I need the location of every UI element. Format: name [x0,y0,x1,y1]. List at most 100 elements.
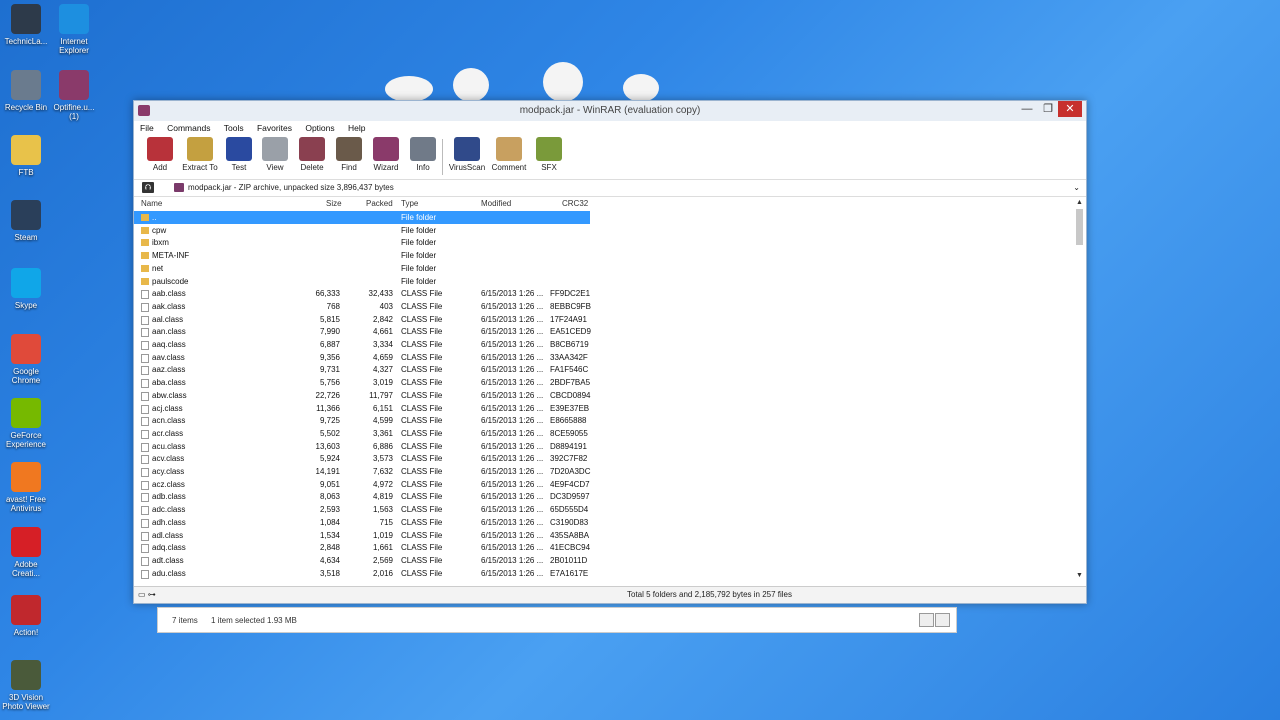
desktop-icon-0[interactable]: TechnicLa... [2,4,50,46]
row-name: adl.class [152,530,184,540]
menu-tools[interactable]: Tools [224,123,244,133]
vertical-scrollbar[interactable]: ▲ ▼ [1075,199,1084,579]
file-row[interactable]: aaz.class 9,731 4,327 CLASS File 6/15/2013 1… [134,363,590,376]
details-view-icon[interactable] [919,613,934,627]
column-type[interactable]: Type [401,199,418,208]
up-folder-button[interactable]: ⮉ [142,182,154,193]
toolbar-view-button[interactable]: View [255,137,295,172]
desktop-app-icon [11,268,41,298]
file-row[interactable]: acz.class 9,051 4,972 CLASS File 6/15/2013 1… [134,478,590,491]
file-row[interactable]: acn.class 9,725 4,599 CLASS File 6/15/2013 1… [134,414,590,427]
row-size: 2,848 [319,543,340,553]
file-row[interactable]: acj.class 11,366 6,151 CLASS File 6/15/2013 … [134,402,590,415]
toolbar-info-button[interactable]: Info [403,137,443,172]
maximize-button[interactable]: ❐ [1038,101,1058,117]
toolbar-test-button[interactable]: Test [219,137,259,172]
folder-row[interactable]: net File folder [134,262,590,275]
desktop-icon-1[interactable]: Internet Explorer [50,4,98,55]
desktop-icon-8[interactable]: GeForce Experience [2,398,50,449]
row-crc32: 8CE59055 [550,428,588,438]
toolbar-extract-to-button[interactable]: Extract To [180,137,220,172]
scrollbar-thumb[interactable] [1076,209,1083,245]
row-type: File folder [401,276,437,286]
file-row[interactable]: adb.class 8,063 4,819 CLASS File 6/15/2013 1… [134,490,590,503]
row-name: aab.class [152,289,186,299]
toolbar-add-button[interactable]: Add [140,137,180,172]
file-row[interactable]: aab.class 66,333 32,433 CLASS File 6/15/2013… [134,287,590,300]
file-row[interactable]: acv.class 5,924 3,573 CLASS File 6/15/2013 1… [134,452,590,465]
file-icon [141,315,149,325]
file-row[interactable]: aal.class 5,815 2,842 CLASS File 6/15/2013 1… [134,313,590,326]
desktop-icon-10[interactable]: Adobe Creati... [2,527,50,578]
desktop-icon-11[interactable]: Action! [2,595,50,637]
toolbar-find-button[interactable]: Find [329,137,369,172]
scroll-down-arrow-icon[interactable]: ▼ [1075,572,1084,579]
toolbar-sfx-button[interactable]: SFX [529,137,569,172]
column-size[interactable]: Size [326,199,342,208]
file-row[interactable]: acr.class 5,502 3,361 CLASS File 6/15/2013 1… [134,427,590,440]
desktop-icon-2[interactable]: Recycle Bin [2,70,50,112]
desktop-app-icon [11,595,41,625]
minimize-button[interactable]: — [1016,101,1038,117]
file-row[interactable]: adu.class 3,518 2,016 CLASS File 6/15/2013 1… [134,567,590,580]
desktop-icon-4[interactable]: FTB [2,135,50,177]
file-row[interactable]: adl.class 1,534 1,019 CLASS File 6/15/2013 1… [134,529,590,542]
toolbar-delete-button[interactable]: Delete [292,137,332,172]
toolbar-wizard-button[interactable]: Wizard [366,137,406,172]
file-icon [141,569,149,579]
status-drive-icons[interactable]: ▭ ⊶ [138,590,156,599]
row-size: 7,990 [319,327,340,337]
menu-help[interactable]: Help [348,123,365,133]
column-packed[interactable]: Packed [366,199,393,208]
row-type: CLASS File [401,352,443,362]
file-row[interactable]: aaq.class 6,887 3,334 CLASS File 6/15/2013 1… [134,338,590,351]
row-modified: 6/15/2013 1:26 ... [481,378,544,388]
file-row[interactable]: aak.class 768 403 CLASS File 6/15/2013 1:26 … [134,300,591,313]
file-row[interactable]: adq.class 2,848 1,661 CLASS File 6/15/2013 1… [134,541,590,554]
menu-file[interactable]: File [140,123,154,133]
desktop-icon-7[interactable]: Google Chrome [2,334,50,385]
file-row[interactable]: acy.class 14,191 7,632 CLASS File 6/15/2013 … [134,465,590,478]
desktop-icon-12[interactable]: 3D Vision Photo Viewer [2,660,50,711]
toolbar-button-label: Info [416,163,430,172]
folder-row[interactable]: cpw File folder [134,224,590,237]
menu-commands[interactable]: Commands [167,123,210,133]
desktop-icon-label: Recycle Bin [4,103,48,112]
menu-favorites[interactable]: Favorites [257,123,292,133]
desktop-icon-3[interactable]: Optifine.u... (1) [50,70,98,121]
row-name: .. [152,213,157,222]
folder-row[interactable]: .. File folder [134,211,590,224]
folder-row[interactable]: paulscode File folder [134,275,590,288]
row-crc32: C3190D83 [550,517,589,527]
title-bar[interactable]: modpack.jar - WinRAR (evaluation copy) —… [134,101,1086,121]
file-row[interactable]: adt.class 4,634 2,569 CLASS File 6/15/2013 1… [134,554,590,567]
scroll-up-arrow-icon[interactable]: ▲ [1075,199,1084,206]
address-dropdown-button[interactable]: ⌄ [1073,183,1080,192]
row-crc32: E39E37EB [550,403,590,413]
column-name[interactable]: Name [141,199,162,208]
file-row[interactable]: aan.class 7,990 4,661 CLASS File 6/15/2013 1… [134,325,591,338]
row-type: CLASS File [401,403,443,413]
toolbar-virusscan-button[interactable]: VirusScan [447,137,487,172]
desktop-icon-6[interactable]: Skype [2,268,50,310]
toolbar-comment-button[interactable]: Comment [489,137,529,172]
row-packed: 3,361 [372,428,393,438]
row-type: CLASS File [401,390,443,400]
column-crc32[interactable]: CRC32 [562,199,588,208]
file-row[interactable]: abw.class 22,726 11,797 CLASS File 6/15/2013… [134,389,590,402]
menu-options[interactable]: Options [305,123,334,133]
desktop-icon-9[interactable]: avast! Free Antivirus [2,462,50,513]
file-row[interactable]: adc.class 2,593 1,563 CLASS File 6/15/2013 1… [134,503,590,516]
desktop-icon-5[interactable]: Steam [2,200,50,242]
tiles-view-icon[interactable] [935,613,950,627]
file-row[interactable]: acu.class 13,603 6,886 CLASS File 6/15/2013 … [134,440,590,453]
folder-row[interactable]: META-INF File folder [134,249,590,262]
file-icon [141,353,149,363]
file-row[interactable]: aav.class 9,356 4,659 CLASS File 6/15/2013 1… [134,351,590,364]
close-button[interactable]: ✕ [1058,101,1082,117]
folder-row[interactable]: ibxm File folder [134,236,590,249]
desktop-icon-label: Steam [14,233,38,242]
file-row[interactable]: aba.class 5,756 3,019 CLASS File 6/15/2013 1… [134,376,590,389]
column-modified[interactable]: Modified [481,199,511,208]
file-row[interactable]: adh.class 1,084 715 CLASS File 6/15/2013 1:2… [134,516,590,529]
